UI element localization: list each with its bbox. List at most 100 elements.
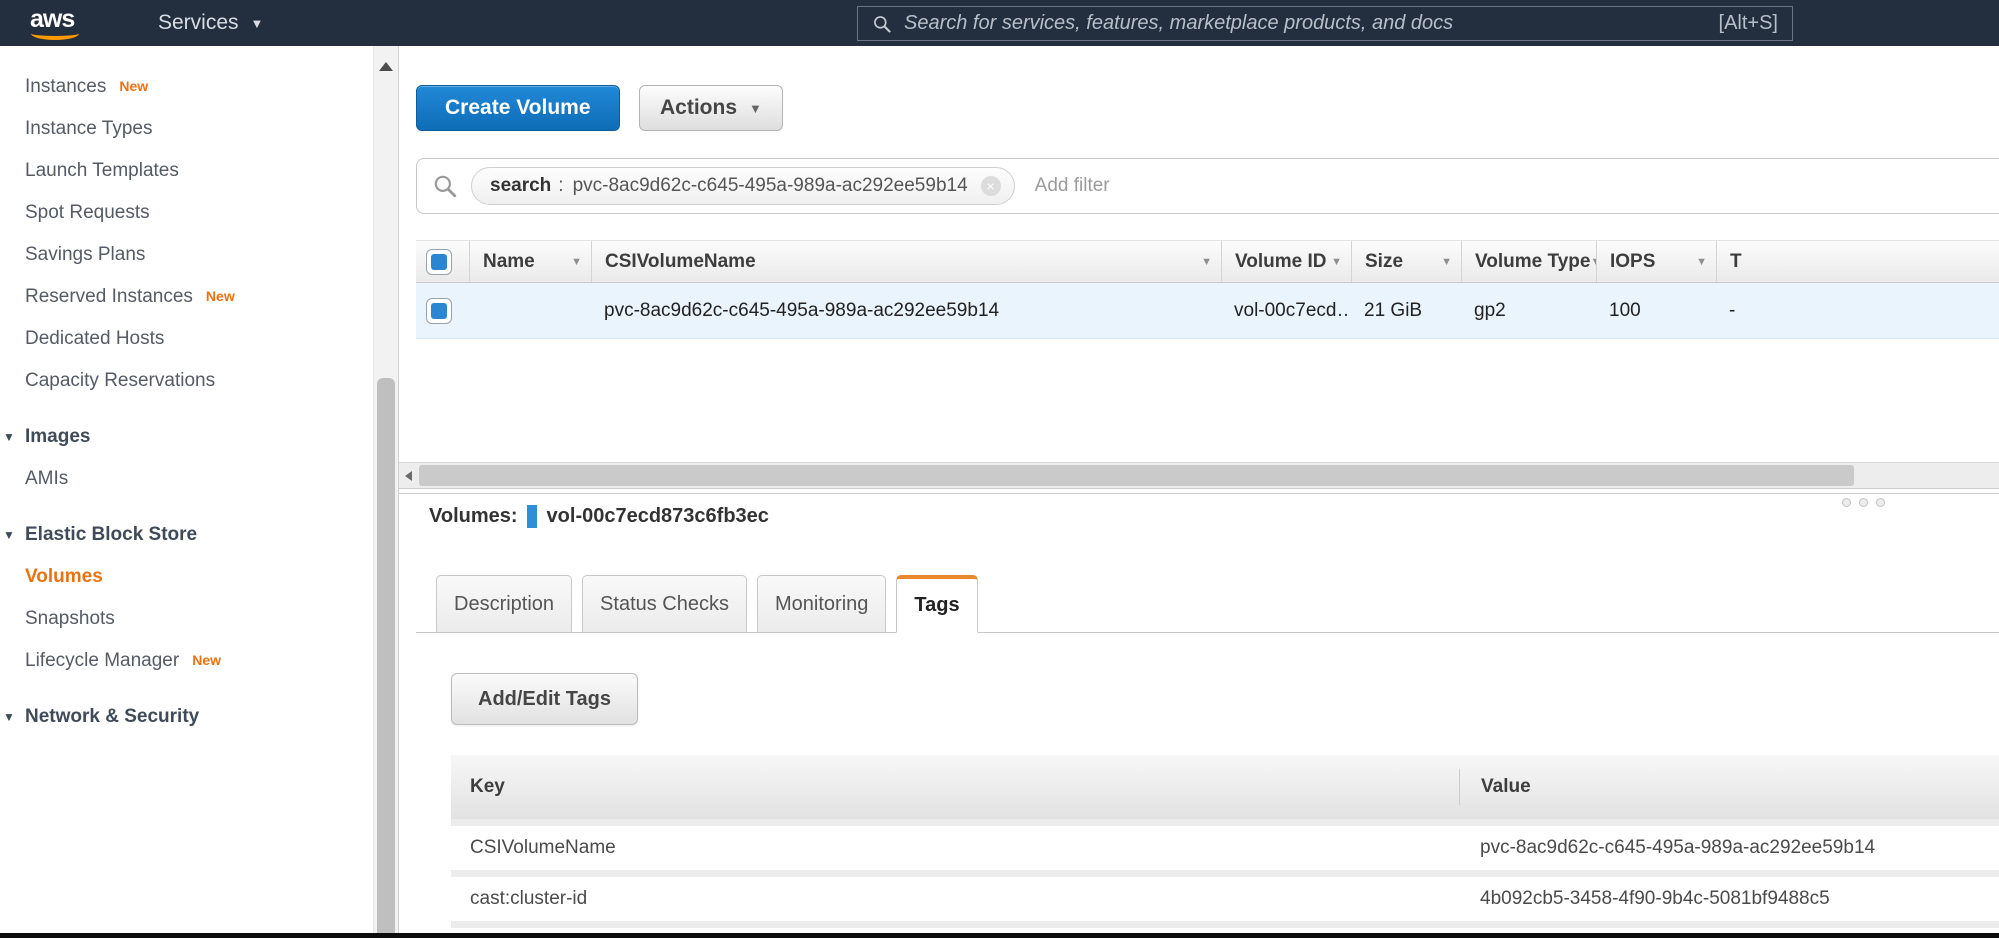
tab-tags[interactable]: Tags xyxy=(896,575,977,633)
tag-row: cast:cluster-id 4b092cb5-3458-4f90-9b4c-… xyxy=(451,877,1999,921)
sidebar-section-images[interactable]: ▼ Images xyxy=(0,416,373,458)
tags-column-key: Key xyxy=(451,776,1459,798)
search-shortcut-hint: [Alt+S] xyxy=(1719,12,1778,35)
tag-value: pvc-8ac9d62c-c645-495a-989a-ac292ee59b14 xyxy=(1459,837,1999,859)
tab-monitoring[interactable]: Monitoring xyxy=(757,575,886,633)
add-edit-tags-button[interactable]: Add/Edit Tags xyxy=(451,673,638,725)
cell-volume-id: vol-00c7ecd… xyxy=(1221,283,1351,338)
column-header-size[interactable]: Size ▼ xyxy=(1351,241,1461,282)
cell-size: 21 GiB xyxy=(1351,283,1461,338)
selection-marker-icon xyxy=(527,505,537,528)
cell-name xyxy=(469,283,591,338)
search-icon xyxy=(432,173,458,199)
cell-csivolumename: pvc-8ac9d62c-c645-495a-989a-ac292ee59b14 xyxy=(591,283,1221,338)
main-pane: Create Volume Actions ▼ search : pvc-8ac… xyxy=(399,46,1999,933)
section-caret-icon: ▼ xyxy=(3,528,15,542)
sidebar-item-savings-plans[interactable]: Savings Plans xyxy=(0,234,373,276)
tags-table-header: Key Value xyxy=(451,755,1999,819)
sidebar-section-elastic-block-store[interactable]: ▼ Elastic Block Store xyxy=(0,514,373,556)
cell-throughput: - xyxy=(1716,283,1999,338)
tag-row: CSIVolumeName pvc-8ac9d62c-c645-495a-989… xyxy=(451,826,1999,870)
horizontal-scrollbar-thumb[interactable] xyxy=(419,465,1854,486)
sidebar-item-instances[interactable]: Instances New xyxy=(0,66,373,108)
section-caret-icon: ▼ xyxy=(3,430,15,444)
row-separator xyxy=(451,870,1999,877)
sidebar-item-instance-types[interactable]: Instance Types xyxy=(0,108,373,150)
filter-tag-separator: : xyxy=(558,175,563,197)
tab-status-checks[interactable]: Status Checks xyxy=(582,575,747,633)
scroll-left-icon[interactable] xyxy=(405,471,412,481)
chevron-down-icon: ▼ xyxy=(251,16,264,31)
row-separator xyxy=(451,819,1999,826)
tags-column-value: Value xyxy=(1459,769,1999,805)
aws-logo[interactable]: aws xyxy=(30,6,86,40)
create-volume-button[interactable]: Create Volume xyxy=(416,85,620,131)
row-separator xyxy=(451,921,1999,928)
sidebar-item-capacity-reservations[interactable]: Capacity Reservations xyxy=(0,360,373,402)
sidebar-scrollbar-thumb[interactable] xyxy=(377,378,395,933)
volume-row[interactable]: pvc-8ac9d62c-c645-495a-989a-ac292ee59b14… xyxy=(416,283,1999,339)
volumes-table-header: Name ▼ CSIVolumeName ▼ Volume ID ▼ Size … xyxy=(416,240,1999,283)
column-header-csivolumename[interactable]: CSIVolumeName ▼ xyxy=(591,241,1221,282)
column-header-name[interactable]: Name ▼ xyxy=(469,241,591,282)
remove-filter-icon[interactable]: × xyxy=(981,176,1001,196)
filter-tag[interactable]: search : pvc-8ac9d62c-c645-495a-989a-ac2… xyxy=(471,167,1015,205)
sidebar-item-launch-templates[interactable]: Launch Templates xyxy=(0,150,373,192)
ec2-sidebar: Instances New Instance Types Launch Temp… xyxy=(0,46,373,933)
sort-icon: ▼ xyxy=(1441,256,1452,268)
global-search-box[interactable]: [Alt+S] xyxy=(857,6,1793,41)
aws-smile-icon xyxy=(31,27,79,40)
column-header-throughput[interactable]: T xyxy=(1716,241,1999,282)
sort-icon: ▼ xyxy=(1696,256,1707,268)
sidebar-scrollbar[interactable] xyxy=(373,46,399,933)
detail-title-prefix: Volumes: xyxy=(429,505,518,528)
filter-bar[interactable]: search : pvc-8ac9d62c-c645-495a-989a-ac2… xyxy=(416,158,1999,214)
top-navbar: aws Services ▼ [Alt+S] xyxy=(0,0,1999,46)
sidebar-section-network-security[interactable]: ▼ Network & Security xyxy=(0,696,373,738)
content-row: Instances New Instance Types Launch Temp… xyxy=(0,46,1999,933)
add-filter-button[interactable]: Add filter xyxy=(1035,175,1110,197)
horizontal-scrollbar[interactable] xyxy=(399,462,1999,489)
cell-iops: 100 xyxy=(1596,283,1716,338)
tag-key: CSIVolumeName xyxy=(451,837,1459,859)
sidebar-item-spot-requests[interactable]: Spot Requests xyxy=(0,192,373,234)
actions-button[interactable]: Actions ▼ xyxy=(639,85,783,131)
new-badge: New xyxy=(119,78,148,94)
tags-table: Key Value CSIVolumeName pvc-8ac9d62c-c64… xyxy=(451,755,1999,928)
new-badge: New xyxy=(192,652,221,668)
sidebar-item-reserved-instances[interactable]: Reserved Instances New xyxy=(0,276,373,318)
search-icon xyxy=(872,14,892,34)
pane-divider xyxy=(399,493,1999,494)
chevron-down-icon: ▼ xyxy=(749,101,762,116)
sort-icon: ▼ xyxy=(571,256,582,268)
tab-description[interactable]: Description xyxy=(436,575,572,633)
detail-volume-id: vol-00c7ecd873c6fb3ec xyxy=(547,505,769,528)
select-all-cell xyxy=(416,241,469,282)
column-header-volume-type[interactable]: Volume Type ▼ xyxy=(1461,241,1596,282)
scroll-up-icon[interactable] xyxy=(379,62,393,71)
tag-key: cast:cluster-id xyxy=(451,888,1459,910)
row-checkbox[interactable] xyxy=(426,298,452,324)
section-caret-icon: ▼ xyxy=(3,710,15,724)
sort-icon: ▼ xyxy=(1331,256,1342,268)
sidebar-item-volumes[interactable]: Volumes xyxy=(0,556,373,598)
global-search-input[interactable] xyxy=(904,12,1709,35)
filter-tag-key: search xyxy=(490,175,551,197)
sidebar-item-snapshots[interactable]: Snapshots xyxy=(0,598,373,640)
sidebar-item-amis[interactable]: AMIs xyxy=(0,458,373,500)
select-all-checkbox[interactable] xyxy=(426,249,452,275)
pane-resize-grip-icon[interactable] xyxy=(1842,498,1885,507)
new-badge: New xyxy=(206,288,235,304)
filter-tag-value: pvc-8ac9d62c-c645-495a-989a-ac292ee59b14 xyxy=(573,175,968,197)
detail-heading: Volumes: vol-00c7ecd873c6fb3ec xyxy=(429,505,769,528)
sort-icon: ▼ xyxy=(1201,256,1212,268)
tag-value: 4b092cb5-3458-4f90-9b4c-5081bf9488c5 xyxy=(1459,888,1999,910)
sidebar-item-lifecycle-manager[interactable]: Lifecycle Manager New xyxy=(0,640,373,682)
volumes-table: Name ▼ CSIVolumeName ▼ Volume ID ▼ Size … xyxy=(416,240,1999,339)
window-bottom-edge xyxy=(0,933,1999,938)
column-header-volume-id[interactable]: Volume ID ▼ xyxy=(1221,241,1351,282)
column-header-iops[interactable]: IOPS ▼ xyxy=(1596,241,1716,282)
sidebar-item-dedicated-hosts[interactable]: Dedicated Hosts xyxy=(0,318,373,360)
services-label: Services xyxy=(158,11,239,35)
services-menu[interactable]: Services ▼ xyxy=(158,11,263,35)
